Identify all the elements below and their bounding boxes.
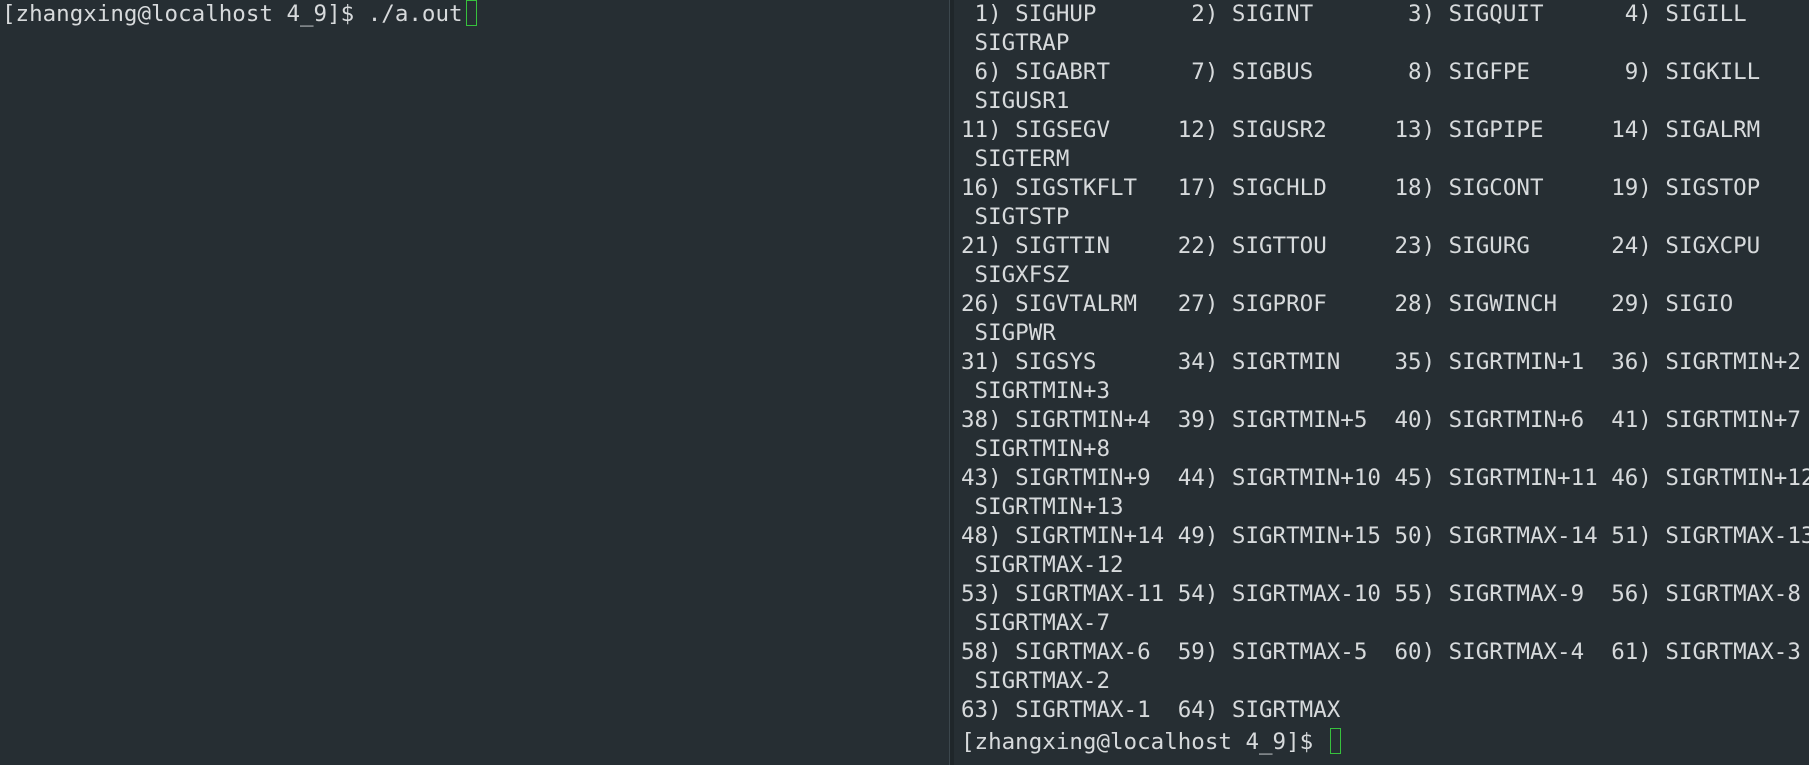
output-line: SIGTRAP — [961, 30, 1070, 56]
output-line: 58) SIGRTMAX-6 59) SIGRTMAX-5 60) SIGRTM… — [961, 639, 1809, 665]
output-line: 21) SIGTTIN 22) SIGTTOU 23) SIGURG 24) S… — [961, 233, 1809, 259]
output-line: 48) SIGRTMIN+14 49) SIGRTMIN+15 50) SIGR… — [961, 523, 1809, 549]
output-line: SIGRTMAX-12 — [961, 552, 1124, 578]
output-line: 1) SIGHUP 2) SIGINT 3) SIGQUIT 4) SIGILL… — [961, 1, 1809, 27]
output-line: 6) SIGABRT 7) SIGBUS 8) SIGFPE 9) SIGKIL… — [961, 59, 1809, 85]
output-line: SIGRTMIN+8 — [961, 436, 1111, 462]
output-line: 38) SIGRTMIN+4 39) SIGRTMIN+5 40) SIGRTM… — [961, 407, 1809, 433]
output-line: SIGXFSZ — [961, 262, 1070, 288]
output-line: SIGRTMAX-2 — [961, 668, 1111, 694]
terminal-screen: [zhangxing@localhost 4_9]$ ./a.out 1) SI… — [0, 0, 1809, 765]
shell-prompt: [zhangxing@localhost 4_9]$ — [2, 1, 368, 27]
cursor-block — [1329, 728, 1341, 754]
output-line: 11) SIGSEGV 12) SIGUSR2 13) SIGPIPE 14) … — [961, 117, 1809, 143]
output-line: SIGUSR1 — [961, 88, 1070, 114]
output-line: SIGTSTP — [961, 204, 1070, 230]
output-line: SIGRTMIN+13 — [961, 494, 1124, 520]
terminal-pane-right[interactable]: 1) SIGHUP 2) SIGINT 3) SIGQUIT 4) SIGILL… — [954, 0, 1809, 765]
output-line: SIGTERM — [961, 146, 1070, 172]
output-line: 63) SIGRTMAX-1 64) SIGRTMAX — [961, 697, 1341, 723]
cursor-block — [465, 0, 477, 26]
output-line: 43) SIGRTMIN+9 44) SIGRTMIN+10 45) SIGRT… — [961, 465, 1809, 491]
command-text: ./a.out — [367, 1, 463, 27]
output-line: 16) SIGSTKFLT 17) SIGCHLD 18) SIGCONT 19… — [961, 175, 1809, 201]
terminal-prompt-line: [zhangxing@localhost 4_9]$ — [961, 728, 1341, 757]
shell-prompt: [zhangxing@localhost 4_9]$ — [961, 729, 1327, 755]
output-line: SIGRTMAX-7 — [961, 610, 1111, 636]
terminal-prompt-line: [zhangxing@localhost 4_9]$ ./a.out — [2, 0, 477, 29]
terminal-pane-left[interactable]: [zhangxing@localhost 4_9]$ ./a.out — [0, 0, 949, 765]
output-line: 31) SIGSYS 34) SIGRTMIN 35) SIGRTMIN+1 3… — [961, 349, 1809, 375]
output-line: SIGRTMIN+3 — [961, 378, 1111, 404]
output-line: 26) SIGVTALRM 27) SIGPROF 28) SIGWINCH 2… — [961, 291, 1809, 317]
output-line: SIGPWR — [961, 320, 1056, 346]
output-line: 53) SIGRTMAX-11 54) SIGRTMAX-10 55) SIGR… — [961, 581, 1809, 607]
